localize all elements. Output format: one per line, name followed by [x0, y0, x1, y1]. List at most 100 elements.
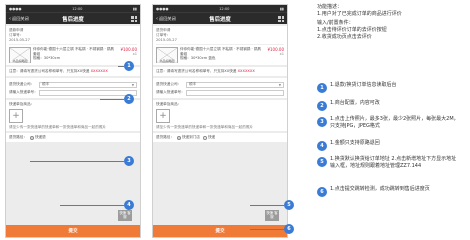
- callout-leader: [60, 205, 124, 206]
- spec-title: 功能描述：: [317, 4, 343, 10]
- courier-value: 顺丰: [42, 82, 50, 87]
- tracking-number-input[interactable]: [39, 89, 137, 96]
- chevron-down-icon: ▼: [278, 82, 281, 87]
- battery-icon: ▮▮: [280, 6, 284, 11]
- product-spec: 规格：30*30cm 蓝色: [180, 56, 216, 61]
- customer-service-button[interactable]: 快速 客服: [118, 210, 132, 221]
- delivery-option-courier[interactable]: 快递退: [29, 135, 46, 140]
- delivery-option-label: 快递: [207, 135, 216, 140]
- notice-text: 注意：请填写退货公司名称和单号，只支持XX快递: [9, 69, 90, 73]
- order-card: 退款申请 订单号： 2015-05-27 商品缩略图 伴你你能·德国十六层立锅 …: [6, 26, 140, 65]
- callout-marker-4: 4: [124, 200, 134, 210]
- product-qty: x1: [132, 52, 137, 56]
- return-notice: 注意：请填写退货公司名称和单号，只支持XX快递 XXXXXXX: [6, 67, 140, 76]
- thumbnail-caption: 商品缩略图: [10, 59, 30, 63]
- chevron-left-icon: ‹: [9, 15, 11, 22]
- grid-menu-icon[interactable]: [278, 16, 284, 22]
- spec-item-3: 3 1.点击上传照片，最多3张，最少2张照片，每张最大2M，只支持JPG，JPE…: [317, 116, 459, 130]
- back-label: 返回关闭: [12, 15, 29, 21]
- status-time: 12:00: [219, 6, 230, 11]
- delivery-option-label: 快递退: [34, 135, 46, 140]
- grid-menu-icon[interactable]: [131, 16, 137, 22]
- spec-marker: 2: [317, 101, 327, 111]
- callout-leader: [100, 99, 124, 100]
- spec-item-text: 1.换货默认换货给订单地址 2.点击新增地址下方显示地址输入框，地址规则跟着地址…: [330, 156, 457, 169]
- courier-form: 退货快递公司： 顺丰 ▼ 请输入快递单号：: [153, 77, 287, 98]
- thumbnail-caption: 商品缩略图: [157, 59, 177, 63]
- delivery-option-store[interactable]: 快递到门店: [176, 135, 200, 140]
- notice-highlight: XXXXXXX: [237, 69, 255, 73]
- nav-bar: ‹ 返回关闭 售后进度: [153, 12, 287, 24]
- photo-upload-area: 快递单及商品： + 请至少传一张快递单的快递单和一张快递单和商品一起的照片: [153, 99, 287, 132]
- courier-select[interactable]: 顺丰 ▼: [39, 81, 137, 88]
- spec-desc: 1.用户对了已完成订单的商品进行评价: [317, 11, 402, 17]
- radio-selected-icon: [176, 135, 181, 140]
- chevron-left-icon: ‹: [156, 15, 158, 22]
- photo-label: 快递单及商品：: [156, 101, 182, 106]
- spec-item-text: 1.点击提交跳转检测，成功跳转到售后进度页: [330, 186, 430, 192]
- plus-icon: +: [12, 110, 20, 121]
- spec-marker: 1: [317, 83, 327, 93]
- callout-leader: [250, 205, 284, 206]
- delivery-option-label: 快递到门店: [181, 135, 200, 140]
- signal-icon: ●●●●: [156, 6, 169, 11]
- spec-io-title: 输入/前置条件：: [317, 20, 354, 26]
- spec-item-text: 1.退款/换货订单信息读取后台: [330, 82, 397, 88]
- status-bar: ●●●● 12:00 ▮▮: [153, 5, 287, 12]
- spec-item-text: 1.金额只支持原路退回: [330, 140, 380, 146]
- submit-button[interactable]: 提交: [153, 225, 287, 237]
- spec-io-2: 2.收货成功页点击去评价: [317, 34, 372, 40]
- photo-label: 快递单及商品：: [9, 101, 35, 106]
- delivery-method: 退货路径： 快递到门店 快递: [153, 133, 287, 143]
- tracking-number-input[interactable]: [186, 89, 284, 96]
- delivery-label: 退货路径：: [156, 135, 174, 140]
- spec-item-2: 2 1.商台配置，内容可改: [317, 100, 467, 111]
- back-button[interactable]: ‹ 返回关闭: [6, 16, 29, 22]
- photo-upload-area: 快递单及商品： + 请至少传一张快递单的快递单和一张快递单和商品一起的照片: [6, 99, 140, 132]
- signal-icon: ●●●●: [9, 6, 22, 11]
- spec-marker: 5: [317, 157, 327, 167]
- spec-item-1: 1 1.退款/换货订单信息读取后台: [317, 82, 467, 93]
- photo-hint: 请至少传一张快递单的快递单和一张快递单和商品一起的照片: [9, 124, 107, 129]
- courier-select[interactable]: 顺丰 ▼: [186, 81, 284, 88]
- add-photo-button[interactable]: +: [9, 108, 23, 123]
- customer-service-button[interactable]: 快速 客服: [265, 210, 279, 221]
- spec-item-4: 4 1.金额只支持原路退回: [317, 140, 467, 151]
- spec-marker: 4: [317, 141, 327, 151]
- phone-screen-refund: ●●●● 12:00 ▮▮ ‹ 返回关闭 售后进度 退款申请 订单号： 2015…: [5, 4, 141, 238]
- radio-selected-icon: [29, 135, 34, 140]
- back-label: 返回关闭: [159, 15, 176, 21]
- callout-marker-1: 1: [124, 61, 134, 71]
- courier-form: 退货快递公司： 顺丰 ▼ 请输入快递单号：: [6, 77, 140, 98]
- order-card: 退货申请 订单号： 2015-05-27 商品缩略图 伴你你能·德国十六层立锅 …: [153, 26, 287, 65]
- product-row[interactable]: 商品缩略图 伴你你能·德国十六层立锅 不粘锅 · 不锈钢锅 · 锅具套组 规格：…: [9, 44, 137, 63]
- product-thumbnail: 商品缩略图: [9, 47, 31, 63]
- spec-item-5: 5 1.换货默认换货给订单地址 2.点击新增地址下方显示地址输入框，地址规则跟着…: [317, 156, 459, 170]
- back-button[interactable]: ‹ 返回关闭: [153, 16, 176, 22]
- radio-unselected-icon: [202, 135, 207, 140]
- tracking-label: 请输入快递单号：: [9, 90, 38, 95]
- product-thumbnail: 商品缩略图: [156, 47, 178, 63]
- order-date: 2015-05-27: [156, 38, 177, 42]
- add-photo-button[interactable]: +: [156, 108, 170, 123]
- chevron-down-icon: ▼: [131, 82, 134, 87]
- status-bar: ●●●● 12:00 ▮▮: [6, 5, 140, 12]
- phone-screen-exchange: ●●●● 12:00 ▮▮ ‹ 返回关闭 售后进度 退货申请 订单号： 2015…: [152, 4, 288, 238]
- battery-icon: ▮▮: [133, 6, 137, 11]
- product-name: 伴你你能·德国十六层立锅 不粘锅 · 不锈钢锅 · 锅具套组: [33, 47, 115, 56]
- return-notice: 注意：请填写退货公司名称和单号，只支持XX快递 XXXXXXX: [153, 67, 287, 76]
- product-qty: x1: [279, 52, 284, 56]
- tracking-label: 请输入快递单号：: [156, 90, 185, 95]
- courier-label: 退货快递公司：: [156, 82, 182, 87]
- delivery-option-courier[interactable]: 快递: [202, 135, 216, 140]
- status-time: 12:00: [72, 6, 83, 11]
- notice-highlight: XXXXXXX: [90, 69, 108, 73]
- spec-item-6: 6 1.点击提交跳转检测，成功跳转到售后进度页: [317, 186, 459, 197]
- delivery-method: 退货路径： 快递退: [6, 133, 140, 143]
- callout-marker-5: 5: [284, 200, 294, 210]
- spec-item-text: 1.商台配置，内容可改: [330, 100, 380, 106]
- callout-marker-6: 6: [284, 224, 294, 234]
- submit-button[interactable]: 提交: [6, 225, 140, 237]
- product-row[interactable]: 商品缩略图 伴你你能·德国十六层立锅 不粘锅 · 不锈钢锅 · 锅具套组 规格：…: [156, 44, 284, 63]
- callout-leader: [250, 229, 284, 230]
